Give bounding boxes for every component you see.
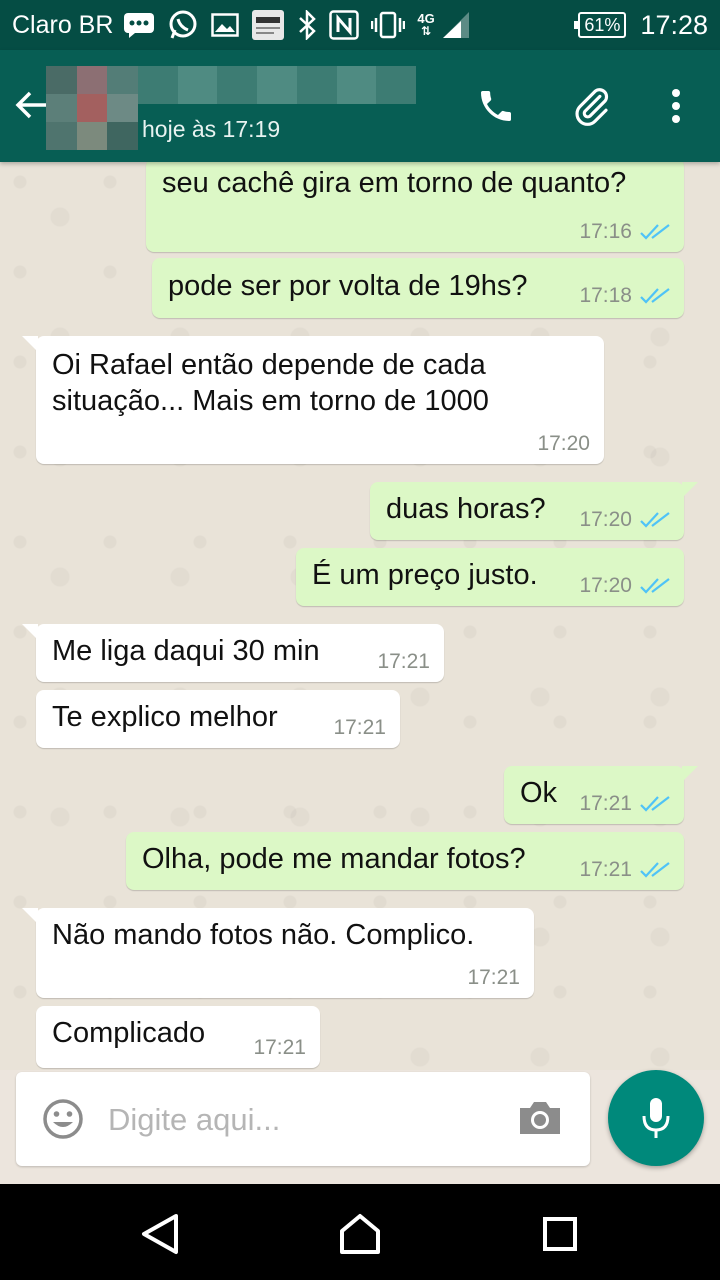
- bluetooth-icon: [297, 10, 317, 40]
- avatar[interactable]: [46, 66, 138, 150]
- nav-recents-button[interactable]: [536, 1210, 584, 1258]
- status-bar: Claro BR 4G ⇅ 61% 17:28: [0, 0, 720, 50]
- bubble-tail: [22, 336, 38, 352]
- folha-app-icon: [251, 9, 285, 41]
- mic-icon: [642, 1098, 670, 1138]
- nav-back-button[interactable]: [136, 1210, 184, 1258]
- message-incoming[interactable]: Oi Rafael então depende de cada situação…: [22, 336, 604, 464]
- message-time: 17:20: [537, 432, 590, 455]
- emoji-button[interactable]: [42, 1098, 84, 1140]
- battery-indicator: 61%: [574, 12, 627, 38]
- network-type: 4G ⇅: [417, 12, 434, 38]
- double-check-icon: [640, 577, 670, 595]
- message-time: 17:18: [579, 284, 632, 307]
- contact-name-blurred[interactable]: [138, 66, 416, 104]
- message-meta: 17:21: [467, 966, 520, 990]
- message-meta: 17:20: [537, 432, 590, 456]
- message-time: 17:21: [377, 650, 430, 673]
- message-outgoing[interactable]: É um preço justo. 17:20: [296, 548, 684, 606]
- bubble-tail: [682, 766, 698, 782]
- phone-icon: [481, 91, 511, 121]
- message-meta: 17:18: [579, 284, 670, 308]
- nav-home-icon: [340, 1214, 380, 1254]
- message-text-line: Oi Rafael então depende de cada: [52, 349, 486, 381]
- message-time: 17:21: [579, 792, 632, 815]
- status-clock: 17:28: [640, 9, 708, 40]
- message-incoming[interactable]: Te explico melhor 17:21: [36, 690, 400, 748]
- nav-back-icon: [142, 1214, 178, 1254]
- message-meta: 17:21: [377, 650, 430, 674]
- message-text: duas horas?: [386, 493, 546, 525]
- camera-button[interactable]: [518, 1100, 566, 1140]
- message-text: Complicado: [52, 1017, 206, 1049]
- vibrate-icon: [371, 11, 406, 39]
- voice-call-button[interactable]: [472, 82, 520, 130]
- chat-bubble-icon: [123, 12, 155, 38]
- message-meta: 17:20: [579, 508, 670, 532]
- bubble-tail: [22, 624, 38, 640]
- message-input[interactable]: [108, 1092, 488, 1148]
- bubble-tail: [22, 908, 38, 924]
- message-text: Me liga daqui 30 min: [52, 635, 320, 667]
- double-check-icon: [640, 861, 670, 879]
- image-icon: [211, 13, 240, 37]
- carrier-name: Claro BR: [12, 10, 114, 39]
- whatsapp-icon: [167, 9, 199, 41]
- message-outgoing[interactable]: duas horas? 17:20: [370, 482, 698, 540]
- android-nav-bar: [0, 1184, 720, 1280]
- message-incoming[interactable]: Complicado 17:21: [36, 1006, 320, 1068]
- message-text: Não mando fotos não. Complico.: [52, 919, 475, 951]
- double-check-icon: [640, 223, 670, 241]
- message-text: Ok: [520, 777, 558, 809]
- signal-icon: [441, 11, 471, 39]
- last-seen-status: hoje às 17:19: [142, 116, 281, 142]
- message-outgoing[interactable]: Ok 17:21: [504, 766, 698, 824]
- message-text: É um preço justo.: [312, 559, 538, 591]
- chat-header: hoje às 17:19: [0, 50, 720, 162]
- nav-recents-icon: [543, 1217, 577, 1251]
- bubble-tail: [682, 482, 698, 498]
- message-outgoing[interactable]: seu cachê gira em torno de quanto? 17:16: [146, 162, 684, 252]
- message-outgoing[interactable]: pode ser por volta de 19hs? 17:18: [152, 258, 684, 318]
- message-text: Te explico melhor: [52, 701, 278, 733]
- message-time: 17:16: [579, 220, 632, 243]
- chat-messages-area[interactable]: seu cachê gira em torno de quanto? 17:16…: [0, 162, 720, 1070]
- message-text: pode ser por volta de 19hs?: [168, 270, 528, 302]
- message-text: Olha, pode me mandar fotos?: [142, 843, 526, 875]
- double-check-icon: [640, 511, 670, 529]
- message-composer: [16, 1072, 590, 1166]
- double-check-icon: [640, 795, 670, 813]
- message-meta: 17:21: [579, 858, 670, 882]
- nav-home-button[interactable]: [336, 1210, 384, 1258]
- message-incoming[interactable]: Não mando fotos não. Complico. 17:21: [22, 908, 534, 998]
- message-meta: 17:16: [579, 220, 670, 244]
- message-time: 17:21: [253, 1036, 306, 1059]
- message-incoming[interactable]: Me liga daqui 30 min 17:21: [22, 624, 444, 682]
- camera-icon: [520, 1102, 560, 1134]
- message-meta: 17:21: [333, 716, 386, 740]
- message-time: 17:21: [579, 858, 632, 881]
- message-meta: 17:21: [579, 792, 670, 816]
- message-meta: 17:20: [579, 574, 670, 598]
- data-arrows-icon: ⇅: [421, 24, 432, 38]
- more-options-button[interactable]: [652, 82, 700, 130]
- paperclip-icon: [575, 88, 609, 126]
- attach-button[interactable]: [568, 82, 616, 130]
- message-text-line: situação... Mais em torno de 1000: [52, 385, 489, 417]
- double-check-icon: [640, 287, 670, 305]
- message-text: seu cachê gira em torno de quanto?: [162, 167, 627, 199]
- message-time: 17:20: [579, 574, 632, 597]
- voice-record-button[interactable]: [608, 1070, 704, 1166]
- back-arrow-icon: [15, 91, 46, 119]
- message-meta: 17:21: [253, 1036, 306, 1060]
- message-outgoing[interactable]: Olha, pode me mandar fotos? 17:21: [126, 832, 684, 890]
- more-vert-icon: [672, 89, 680, 123]
- message-time: 17:20: [579, 508, 632, 531]
- emoji-icon: [43, 1099, 83, 1139]
- battery-level: 61%: [584, 14, 621, 35]
- message-time: 17:21: [467, 966, 520, 989]
- nfc-icon: [329, 10, 360, 40]
- message-time: 17:21: [333, 716, 386, 739]
